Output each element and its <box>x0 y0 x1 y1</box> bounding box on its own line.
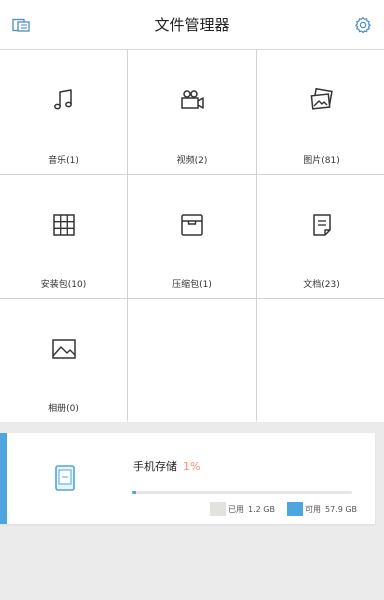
category-apk[interactable]: 安装包(10) <box>0 175 127 298</box>
storage-accent-bar <box>0 433 7 524</box>
phone-storage-icon <box>55 465 75 491</box>
phone-storage-card[interactable]: 手机存储 1% 已用 1.2 GB 可用 57.9 GB <box>0 433 375 524</box>
empty-tile <box>128 299 256 422</box>
gear-icon[interactable] <box>351 13 375 37</box>
video-camera-icon <box>178 86 206 114</box>
category-video[interactable]: 视频(2) <box>128 50 256 174</box>
empty-tile <box>257 299 384 422</box>
category-music[interactable]: 音乐(1) <box>0 50 127 174</box>
category-label: 文档(23) <box>303 280 340 290</box>
category-label: 相册(0) <box>48 404 79 414</box>
used-legend: 已用 1.2 GB <box>210 502 275 516</box>
category-label: 音乐(1) <box>48 156 79 166</box>
used-label: 已用 <box>228 504 244 514</box>
free-legend: 可用 57.9 GB <box>287 502 357 516</box>
music-note-icon <box>50 86 78 114</box>
category-album[interactable]: 相册(0) <box>0 299 127 422</box>
app-grid-icon <box>50 211 78 239</box>
album-icon <box>50 335 78 363</box>
storage-percent: 1% <box>183 460 201 473</box>
archive-box-icon <box>178 211 206 239</box>
category-label: 视频(2) <box>176 156 208 166</box>
free-value: 57.9 GB <box>325 504 358 514</box>
category-photos[interactable]: 图片(81) <box>257 50 384 174</box>
storage-name: 手机存储 <box>133 460 177 473</box>
free-label: 可用 <box>305 504 321 514</box>
free-swatch <box>287 502 303 516</box>
category-grid: 音乐(1) 视频(2) 图片(81) 安装包(10) 压缩包(1) 文档(23)… <box>0 50 384 422</box>
used-value: 1.2 GB <box>248 504 275 514</box>
photos-icon <box>308 86 336 114</box>
document-icon <box>308 211 336 239</box>
page-title: 文件管理器 <box>154 16 230 34</box>
category-label: 图片(81) <box>303 156 340 166</box>
category-label: 安装包(10) <box>40 280 87 290</box>
category-label: 压缩包(1) <box>172 280 212 290</box>
category-documents[interactable]: 文档(23) <box>257 175 384 298</box>
category-archive[interactable]: 压缩包(1) <box>128 175 256 298</box>
storage-progress-bar <box>132 491 352 494</box>
storage-progress-fill <box>132 491 137 494</box>
used-swatch <box>210 502 226 516</box>
storage-title: 手机存储 1% <box>133 458 200 474</box>
app-header: 文件管理器 <box>0 0 384 50</box>
